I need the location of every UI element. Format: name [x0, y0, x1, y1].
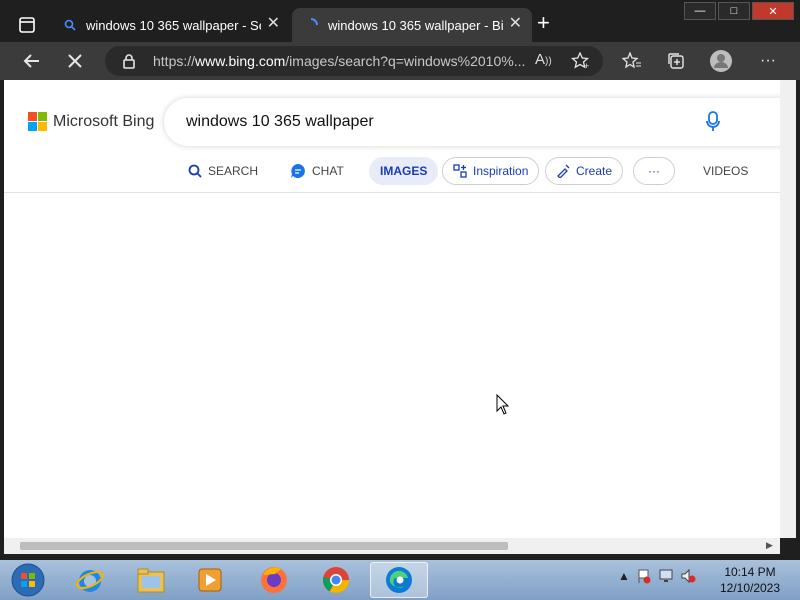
inspiration-icon	[453, 164, 467, 178]
settings-menu-button[interactable]: ···	[755, 48, 781, 74]
url-path: /images/search?q=windows%2010%...	[285, 53, 526, 69]
chat-icon	[291, 164, 305, 178]
search-icon	[188, 164, 202, 178]
tab-search[interactable]: windows 10 365 wallpaper - Sear ✕	[52, 8, 290, 42]
maximize-button[interactable]: □	[718, 2, 750, 20]
nav-divider	[4, 192, 780, 193]
url-host: www.bing.com	[195, 53, 286, 69]
start-button[interactable]	[4, 562, 52, 598]
media-player-taskbar-button[interactable]	[186, 562, 234, 598]
address-bar[interactable]: https://www.bing.com/images/search?q=win…	[105, 46, 603, 76]
create-button[interactable]: Create	[545, 157, 624, 185]
network-icon[interactable]	[658, 568, 674, 584]
windows-orb-icon	[11, 563, 45, 597]
tab-bing-images[interactable]: windows 10 365 wallpaper - Bing ✕	[292, 8, 532, 42]
close-tab-icon[interactable]: ✕	[267, 16, 280, 32]
svg-text:+: +	[584, 61, 589, 70]
internet-explorer-icon	[76, 570, 104, 592]
close-tab-icon[interactable]: ✕	[509, 16, 522, 32]
inspiration-button[interactable]: Inspiration	[442, 157, 540, 185]
web-page: Microsoft Bing windows 10 365 wallpaper …	[4, 80, 780, 538]
horizontal-scrollbar[interactable]: ▶	[4, 538, 780, 554]
vertical-scrollbar[interactable]	[780, 80, 796, 538]
mouse-pointer-icon	[496, 394, 510, 415]
show-hidden-icons-icon[interactable]: ▲	[618, 569, 630, 583]
search-nav: SEARCH CHAT IMAGES Inspiration Create ··…	[4, 154, 780, 192]
browser-toolbar: https://www.bing.com/images/search?q=win…	[0, 42, 800, 80]
microphone-icon[interactable]	[706, 111, 720, 133]
folder-icon	[137, 568, 165, 593]
bing-logo[interactable]: Microsoft Bing	[28, 112, 154, 131]
minimize-button[interactable]: —	[684, 2, 716, 20]
clock-date: 12/10/2023	[719, 581, 781, 595]
tab-bar: windows 10 365 wallpaper - Sear ✕ window…	[0, 0, 800, 42]
stop-loading-button[interactable]	[62, 48, 88, 74]
close-icon	[68, 54, 82, 68]
back-arrow-icon	[23, 54, 39, 68]
url-text: https://www.bing.com/images/search?q=win…	[153, 53, 533, 69]
more-options-button[interactable]: ···	[633, 157, 675, 185]
tab-label: CHAT	[312, 164, 344, 178]
inspiration-label: Inspiration	[473, 164, 529, 178]
create-icon	[557, 164, 570, 178]
window-controls: — □ ✕	[684, 2, 794, 20]
system-tray: ▲	[618, 568, 696, 584]
tab-videos[interactable]: VIDEOS	[703, 157, 748, 185]
tab-label: SEARCH	[208, 164, 259, 178]
scrollbar-thumb[interactable]	[20, 542, 508, 550]
collections-icon	[668, 53, 684, 69]
lock-icon	[123, 54, 135, 69]
tab-actions-icon	[19, 17, 35, 33]
tab-label: IMAGES	[380, 164, 428, 178]
search-input[interactable]: windows 10 365 wallpaper	[186, 113, 374, 131]
file-explorer-taskbar-button[interactable]	[127, 562, 175, 598]
internet-explorer-taskbar-button[interactable]	[66, 562, 114, 598]
close-window-button[interactable]: ✕	[752, 2, 794, 20]
edge-icon	[386, 567, 412, 593]
tab-title: windows 10 365 wallpaper - Sear	[86, 17, 261, 33]
loading-spinner-icon	[310, 18, 318, 26]
clock-time: 10:14 PM	[724, 565, 776, 579]
edge-taskbar-button[interactable]	[370, 562, 428, 598]
logo-text: Microsoft Bing	[53, 112, 155, 130]
add-favorite-icon[interactable]: +	[571, 52, 591, 70]
tab-search[interactable]: SEARCH	[188, 157, 258, 185]
favorites-button[interactable]	[619, 48, 645, 74]
media-player-icon	[198, 568, 222, 592]
system-clock[interactable]: 10:14 PM 12/10/2023	[712, 564, 788, 596]
chrome-taskbar-button[interactable]	[312, 562, 360, 598]
favorites-icon	[622, 52, 641, 69]
chrome-icon	[322, 567, 350, 594]
collections-button[interactable]	[663, 48, 689, 74]
scroll-right-icon[interactable]: ▶	[766, 540, 773, 551]
tab-images[interactable]: IMAGES	[369, 157, 439, 185]
microsoft-logo-icon	[28, 112, 47, 131]
new-tab-button[interactable]: +	[537, 12, 550, 34]
tab-actions-button[interactable]	[12, 12, 42, 38]
profile-button[interactable]	[708, 48, 734, 74]
tab-title: windows 10 365 wallpaper - Bing	[328, 17, 503, 33]
url-prefix: https://	[153, 53, 196, 69]
volume-muted-icon[interactable]	[680, 568, 696, 584]
firefox-icon	[261, 567, 287, 593]
tab-chat[interactable]: CHAT	[290, 157, 344, 185]
action-center-flag-icon[interactable]	[636, 568, 652, 584]
tab-label: VIDEOS	[703, 164, 749, 178]
search-box[interactable]: windows 10 365 wallpaper	[164, 98, 780, 146]
firefox-taskbar-button[interactable]	[250, 562, 298, 598]
read-aloud-icon[interactable]: A))	[535, 51, 552, 68]
avatar	[710, 50, 732, 72]
back-button[interactable]	[19, 48, 45, 74]
search-tab-icon	[64, 19, 76, 31]
taskbar: ▲ 10:14 PM 12/10/2023	[0, 560, 800, 600]
create-label: Create	[576, 164, 613, 178]
